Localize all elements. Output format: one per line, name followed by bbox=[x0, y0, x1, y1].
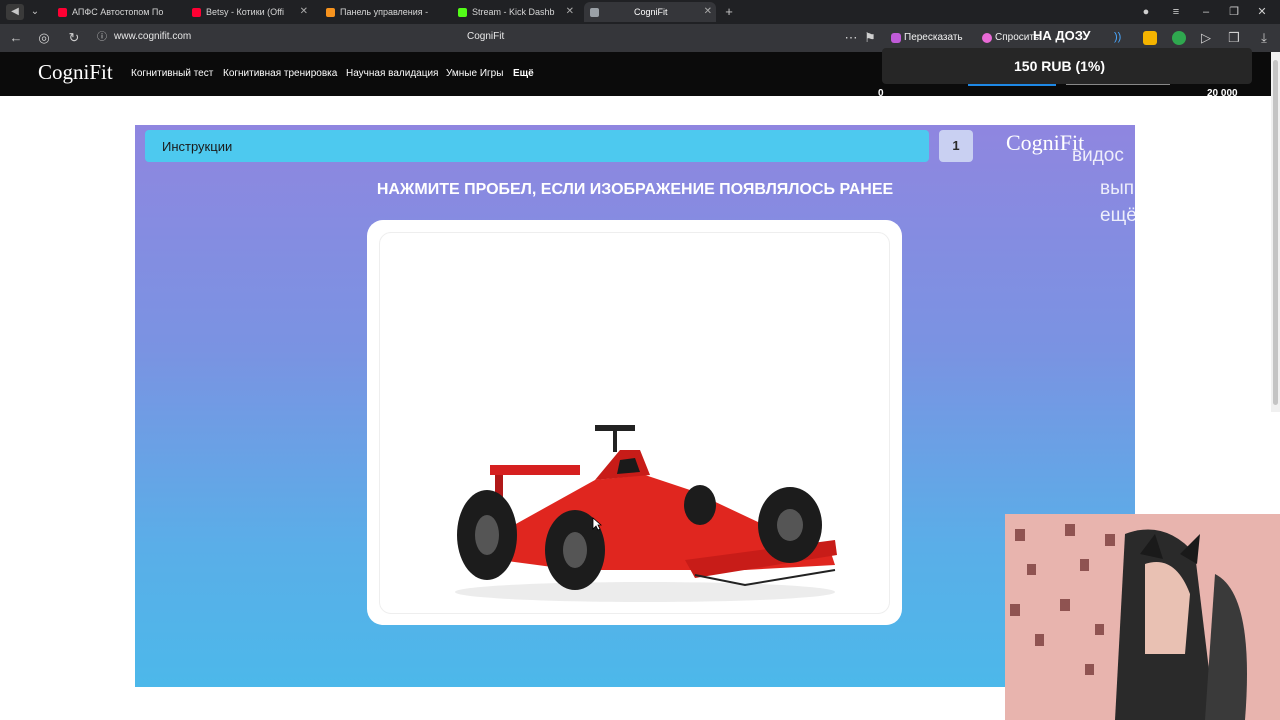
tab-0[interactable]: АПФС Автостопом По Ф bbox=[52, 2, 180, 22]
tab-2[interactable]: Панель управления - Don bbox=[320, 2, 446, 22]
collections-icon[interactable]: ❒ bbox=[1226, 30, 1242, 46]
kick-icon bbox=[458, 8, 467, 17]
donation-goal-amount: 150 RUB (1%) bbox=[1014, 58, 1106, 74]
donation-goal-max: 20 000 bbox=[1207, 88, 1238, 99]
nav-cognitive-training[interactable]: Когнитивная тренировка bbox=[223, 68, 337, 79]
task-instruction: НАЖМИТЕ ПРОБЕЛ, ЕСЛИ ИЗОБРАЖЕНИЕ ПОЯВЛЯЛ… bbox=[376, 181, 894, 198]
protect-icon[interactable]: ◎ bbox=[36, 30, 52, 46]
media-icon[interactable]: ▷ bbox=[1198, 30, 1214, 46]
url-text[interactable]: www.cognifit.com bbox=[114, 31, 191, 42]
youtube-icon bbox=[192, 8, 201, 17]
nav-scientific-validation[interactable]: Научная валидация bbox=[346, 68, 438, 79]
page-scrollbar-thumb[interactable] bbox=[1273, 60, 1278, 405]
donation-goal-min: 0 bbox=[878, 88, 884, 99]
close-tab-icon[interactable]: ✕ bbox=[300, 2, 308, 22]
tab-title: Панель управления - Don bbox=[340, 7, 430, 17]
donation-progress-fill bbox=[968, 84, 1056, 86]
donationalerts-icon bbox=[326, 8, 335, 17]
tab-title: Betsy - Котики (Offi bbox=[206, 7, 285, 17]
nav-more[interactable]: Ещё bbox=[513, 68, 534, 79]
download-icon[interactable]: ⤓ bbox=[1256, 30, 1272, 46]
nav-cognitive-test[interactable]: Когнитивный тест bbox=[131, 68, 213, 79]
bookmark-icon[interactable]: ⚑ bbox=[862, 30, 878, 46]
donation-goal-title: НА ДОЗУ bbox=[1033, 28, 1091, 43]
youtube-icon bbox=[58, 8, 67, 17]
streamer-webcam-image bbox=[1005, 514, 1280, 720]
back-icon[interactable]: ← bbox=[8, 30, 24, 46]
minimize-icon[interactable]: – bbox=[1198, 4, 1214, 20]
page-title: CogniFit bbox=[467, 31, 505, 42]
close-tab-icon[interactable]: ✕ bbox=[704, 2, 712, 22]
close-window-icon[interactable]: ✕ bbox=[1254, 4, 1270, 20]
score-counter: 1 bbox=[952, 138, 960, 153]
tab-audio-icon[interactable]: ◀ bbox=[6, 4, 24, 20]
overlay-ghost-text-1: видос bbox=[1072, 145, 1124, 166]
tab-list-chevron-icon[interactable]: ⌄ bbox=[28, 4, 42, 20]
tab-1[interactable]: Betsy - Котики (Offi ✕ bbox=[186, 2, 312, 22]
menu-icon[interactable]: ≡ bbox=[1168, 4, 1184, 20]
restore-icon[interactable]: ❐ bbox=[1226, 4, 1242, 20]
instructions-label: Инструкции bbox=[162, 139, 233, 154]
tab-title: Stream - Kick Dashb bbox=[472, 7, 555, 17]
tab-title: CogniFit bbox=[634, 7, 668, 17]
tab-3[interactable]: Stream - Kick Dashb ✕ bbox=[452, 2, 578, 22]
retell-label: Пересказать bbox=[904, 32, 963, 43]
webcam-feed bbox=[1005, 514, 1280, 720]
audio-ext-icon[interactable]: )) bbox=[1114, 31, 1128, 45]
overlay-ghost-text-2: вып bbox=[1100, 178, 1135, 199]
new-tab-icon[interactable]: + bbox=[722, 4, 736, 20]
nav-smart-games[interactable]: Умные Игры bbox=[446, 68, 503, 79]
tab-4-active[interactable]: CogniFit ✕ bbox=[584, 2, 716, 22]
shield-icon[interactable] bbox=[1172, 31, 1186, 45]
more-icon[interactable]: ⋯ bbox=[843, 30, 859, 46]
instructions-bar[interactable] bbox=[145, 130, 929, 162]
close-tab-icon[interactable]: ✕ bbox=[566, 2, 574, 22]
browser-tab-bar: ◀ ⌄ АПФС Автостопом По Ф Betsy - Котики … bbox=[0, 0, 1280, 24]
retell-button[interactable]: Пересказать bbox=[888, 29, 967, 47]
reload-icon[interactable]: ↻ bbox=[66, 30, 82, 46]
site-info-icon[interactable]: ⓘ bbox=[94, 30, 110, 46]
retell-icon bbox=[891, 33, 901, 43]
cognifit-icon bbox=[590, 8, 599, 17]
formula-1-car-image bbox=[455, 425, 837, 602]
profile-icon[interactable]: ● bbox=[1138, 4, 1154, 20]
site-logo[interactable]: CogniFit bbox=[38, 60, 113, 85]
donation-progress-track bbox=[1066, 84, 1170, 85]
tab-title: АПФС Автостопом По Ф bbox=[72, 7, 164, 17]
extension-icon[interactable] bbox=[1143, 31, 1157, 45]
mouse-cursor-icon bbox=[592, 517, 602, 531]
alice-icon bbox=[982, 33, 992, 43]
overlay-ghost-text-3: ещё bbox=[1100, 205, 1137, 226]
